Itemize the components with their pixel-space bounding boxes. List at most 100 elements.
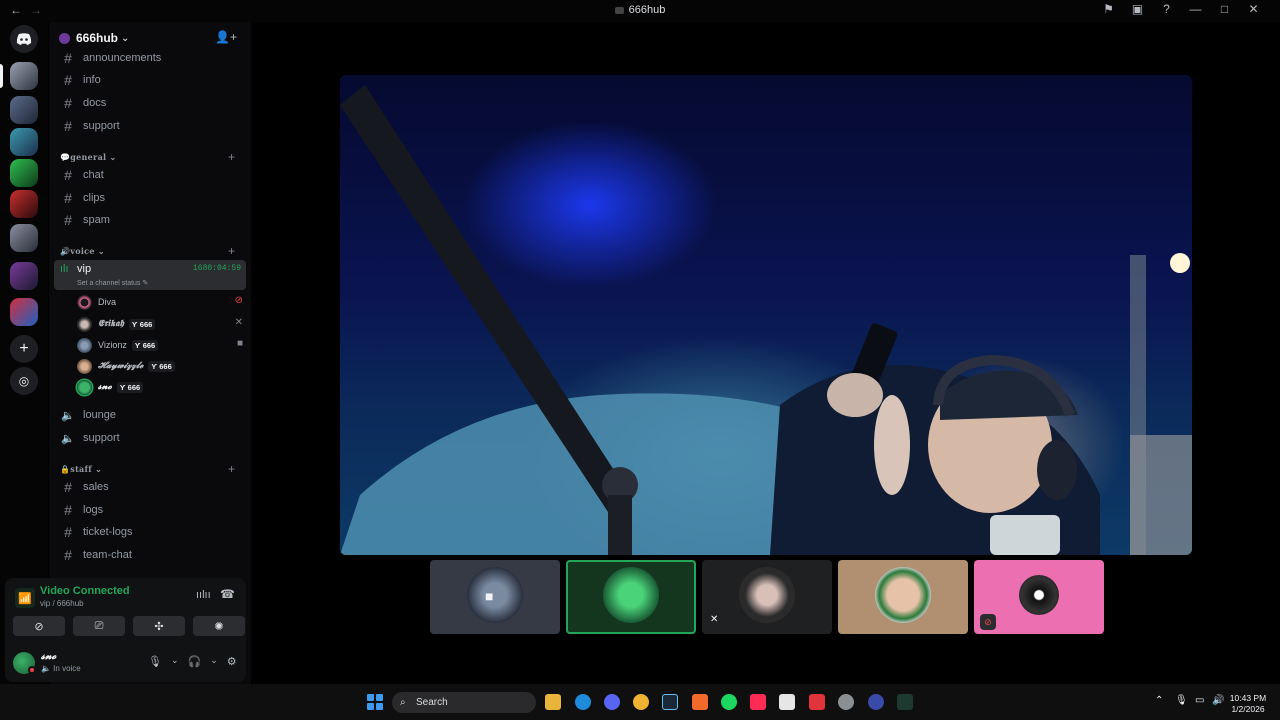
participant-tile-erikah[interactable]: ✕ xyxy=(702,560,832,634)
tray-chevron-up-icon[interactable]: ⌃ xyxy=(1155,695,1163,706)
app-icon-gray[interactable] xyxy=(838,694,854,710)
minimize-button[interactable]: — xyxy=(1181,2,1210,16)
server-icon-2[interactable] xyxy=(10,96,38,124)
create-channel-icon[interactable]: + xyxy=(228,244,235,258)
window-title-text: 666hub xyxy=(628,4,666,16)
spotify-icon[interactable] xyxy=(721,694,737,710)
discord-home-icon[interactable] xyxy=(10,25,38,53)
channel-info[interactable]: # info xyxy=(54,69,246,91)
hash-icon: # xyxy=(64,72,72,88)
category-staff[interactable]: 🔒staff ⌄ + xyxy=(60,462,235,476)
voice-user[interactable]: 𝕰𝖗𝖎𝖐𝖆𝖍 Ƴ 666 ✕ xyxy=(77,314,247,334)
server-icon-3[interactable] xyxy=(10,128,38,156)
tray-volume-icon[interactable]: 🔊 xyxy=(1212,695,1224,706)
voice-status[interactable]: Video Connected xyxy=(40,585,130,597)
terminal-icon[interactable] xyxy=(897,694,913,710)
create-channel-icon[interactable]: + xyxy=(228,150,235,164)
taskbar-clock[interactable]: 10:43 PM 1/2/2026 xyxy=(1224,693,1272,715)
voice-user[interactable]: Vizionz Ƴ 666 ■ xyxy=(77,335,247,355)
soundboard-button[interactable]: ✺ xyxy=(193,616,245,636)
tray-microphone-icon[interactable]: 🎙 xyxy=(1175,695,1188,706)
edge-browser-icon[interactable] xyxy=(575,694,591,710)
server-icon-4[interactable] xyxy=(10,159,38,187)
channel-team-chat[interactable]: # team-chat xyxy=(54,544,246,566)
server-folder-3[interactable] xyxy=(10,298,38,326)
participant-tile-haywizzle[interactable] xyxy=(838,560,968,634)
discord-taskbar-icon[interactable] xyxy=(604,694,620,710)
deafened-icon: ⊘ xyxy=(234,295,243,306)
camera-icon: ■ xyxy=(236,338,243,349)
avatar xyxy=(77,379,92,395)
voice-user[interactable]: Diva ⊘ xyxy=(77,292,247,312)
steam-icon[interactable] xyxy=(662,694,678,710)
camera-off-button[interactable]: ⊘ xyxy=(13,616,65,636)
server-icon-5[interactable] xyxy=(10,190,38,218)
file-explorer-icon[interactable] xyxy=(545,694,561,710)
signal-icon[interactable]: 📶 xyxy=(15,588,35,608)
channel-docs[interactable]: # docs xyxy=(54,92,246,114)
app-icon-yellow[interactable] xyxy=(633,694,649,710)
close-button[interactable]: ✕ xyxy=(1239,2,1268,16)
channel-status-input[interactable]: Set a channel status ✎ xyxy=(77,279,148,287)
hash-icon: # xyxy=(64,524,72,540)
voice-user[interactable]: 𝓼𝓷𝓸 Ƴ 666 xyxy=(77,377,247,397)
voice-user[interactable]: 𝓗𝓪𝔂𝔀𝓲𝔃𝔃𝓵𝓮 Ƴ 666 xyxy=(77,356,247,376)
activities-button[interactable]: ✣ xyxy=(133,616,185,636)
voice-location[interactable]: vip / 666hub xyxy=(40,599,84,608)
participant-avatar xyxy=(603,567,659,623)
user-name[interactable]: 𝓼𝓷𝓸 xyxy=(41,651,56,662)
participant-tile-vizionz[interactable]: ■ xyxy=(430,560,560,634)
microphone-icon[interactable]: 🎙 xyxy=(148,655,162,668)
maximize-button[interactable]: □ xyxy=(1210,2,1239,16)
server-name: 666hub xyxy=(76,31,119,45)
screen-share-button[interactable]: ⎚ xyxy=(73,616,125,636)
channel-lounge[interactable]: 🔈 lounge xyxy=(54,404,246,426)
disconnect-icon[interactable]: ☎ xyxy=(220,587,235,601)
help-icon[interactable]: ? xyxy=(1152,2,1181,16)
tray-network-icon[interactable]: ▭ xyxy=(1195,695,1204,706)
chevron-down-icon[interactable]: ⌄ xyxy=(171,655,179,668)
server-folder-1[interactable] xyxy=(10,224,38,252)
create-channel-icon[interactable]: + xyxy=(228,462,235,476)
forward-button[interactable]: → xyxy=(30,3,42,17)
channel-spam[interactable]: # spam xyxy=(54,209,246,231)
window-title-icon xyxy=(614,6,624,14)
channel-support[interactable]: # support xyxy=(54,115,246,137)
video-camera-icon: ■ xyxy=(485,588,494,604)
taskbar-search[interactable]: ⌕ Search xyxy=(392,692,536,713)
windows-start-icon[interactable] xyxy=(367,694,383,710)
channel-sales[interactable]: # sales xyxy=(54,476,246,498)
channel-ticket-logs[interactable]: # ticket-logs xyxy=(54,521,246,543)
discover-icon[interactable]: ◎ xyxy=(10,367,38,395)
search-icon: ⌕ xyxy=(400,697,406,708)
voice-channel-vip[interactable]: ılı vip 1680:04:59 Set a channel status … xyxy=(54,260,246,290)
tiktok-icon[interactable] xyxy=(750,694,766,710)
channel-chat[interactable]: # chat xyxy=(54,164,246,186)
back-button[interactable]: ← xyxy=(10,3,22,17)
server-icon-666hub[interactable] xyxy=(10,62,38,90)
main-video-feed[interactable] xyxy=(340,75,1192,555)
inbox-flag-icon[interactable]: ⚑ xyxy=(1094,2,1123,16)
channel-logs[interactable]: # logs xyxy=(54,499,246,521)
noise-suppression-icon[interactable]: ıılıı xyxy=(196,589,211,601)
windows-taskbar: ⌕ Search ⌃ 🎙 ▭ 🔊 10:43 PM 1/2/2026 xyxy=(0,684,1280,720)
channel-label: lounge xyxy=(83,409,117,421)
app-icon-red[interactable] xyxy=(809,694,825,710)
channel-clips[interactable]: # clips xyxy=(54,187,246,209)
inbox-icon[interactable]: ▣ xyxy=(1123,2,1152,16)
app-icon-orange[interactable] xyxy=(692,694,708,710)
participant-tile-diva[interactable]: ⊘ xyxy=(974,560,1104,634)
chevron-down-icon[interactable]: ⌄ xyxy=(210,655,218,668)
participant-tile-sno[interactable] xyxy=(566,560,696,634)
headphones-icon[interactable]: 🎧 xyxy=(188,655,202,668)
app-icon-white[interactable] xyxy=(779,694,795,710)
settings-gear-icon[interactable]: ⚙ xyxy=(227,655,237,668)
add-member-icon[interactable]: 👤+ xyxy=(215,30,237,44)
category-general[interactable]: 💬general ⌄ + xyxy=(60,150,235,164)
category-voice[interactable]: 🔊voice ⌄ + xyxy=(60,244,235,258)
server-folder-2[interactable] xyxy=(10,262,38,290)
add-server-icon[interactable]: + xyxy=(10,335,38,363)
app-icon-blue[interactable] xyxy=(868,694,884,710)
channel-voice-support[interactable]: 🔈 support xyxy=(54,427,246,449)
channel-announcements[interactable]: # announcements xyxy=(54,47,246,69)
